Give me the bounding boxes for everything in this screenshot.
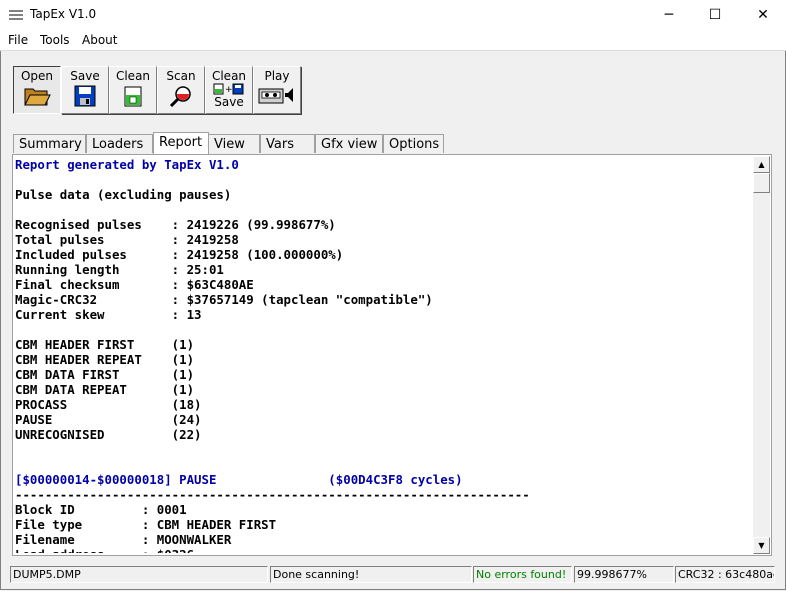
report-line: Filename : MOONWALKER [15,532,232,547]
clean-button-label: Clean [115,69,151,83]
folder-icon [24,88,51,106]
menu-about[interactable]: About [82,33,117,47]
scan-button[interactable]: Scan [157,66,205,114]
report-line: UNRECOGNISED (22) [15,427,202,442]
menu-bar: File Tools About [0,30,786,51]
report-line: CBM HEADER FIRST (1) [15,337,195,352]
scroll-thumb[interactable] [753,173,770,193]
report-line: Recognised pulses : 2419226 (99.998677%) [15,217,336,232]
tab-loaders[interactable]: Loaders [86,134,153,153]
vertical-scrollbar[interactable]: ▲ ▼ [753,156,770,554]
report-line: CBM HEADER REPEAT (1) [15,352,195,367]
open-button[interactable]: Open [13,66,61,114]
report-line [15,457,750,472]
scroll-down-icon[interactable]: ▼ [753,537,770,554]
report-line: ----------------------------------------… [15,487,530,502]
close-button[interactable]: ✕ [740,0,786,30]
minimize-button[interactable]: ─ [646,0,692,30]
status-filename: DUMP5.DMP [10,566,268,583]
menu-file[interactable]: File [8,33,28,47]
app-icon [9,10,23,20]
report-line: CBM DATA REPEAT (1) [15,382,195,397]
scroll-up-icon[interactable]: ▲ [753,156,770,173]
clean-save-label-bottom: Save [214,95,244,109]
report-line: CBM DATA FIRST (1) [15,367,195,382]
report-line: Load address : $0326 [15,547,750,553]
tab-view[interactable]: View [208,134,260,153]
report-line: Running length : 25:01 [15,262,224,277]
report-line: Included pulses : 2419258 (100.000000%) [15,247,344,262]
report-line: File type : CBM HEADER FIRST [15,517,277,532]
play-button[interactable]: Play [253,66,301,114]
clean-plus-save-icon: + [213,83,244,95]
report-line [15,442,750,457]
report-line: Current skew : 13 [15,307,202,322]
report-line: Block ID : 0001 [15,502,187,517]
title-bar: TapEx V1.0 ─ ☐ ✕ [0,0,786,30]
report-line: Report generated by TapEx V1.0 [15,157,239,172]
scan-button-label: Scan [166,69,196,83]
clean-save-label-top: Clean [211,69,247,83]
tab-summary[interactable]: Summary [13,134,86,153]
report-line: PAUSE (24) [15,412,202,427]
report-line [15,172,750,187]
report-line: Magic-CRC32 : $37657149 (tapclean "compa… [15,292,433,307]
tab-options[interactable]: Options [383,134,444,153]
clean-save-button[interactable]: Clean + Save [205,66,253,114]
report-line: Total pulses : 2419258 [15,232,239,247]
status-percent: 99.998677% [574,566,674,583]
menu-tools[interactable]: Tools [40,33,70,47]
maximize-button[interactable]: ☐ [692,0,738,30]
clean-button[interactable]: Clean [109,66,157,114]
status-errors: No errors found! [473,566,572,583]
window-title: TapEx V1.0 [30,7,97,21]
cleaning-jar-icon [124,86,142,107]
report-line [15,202,750,217]
report-line: Pulse data (excluding pauses) [15,187,232,202]
report-line [15,322,750,337]
tab-report[interactable]: Report [153,132,209,154]
report-content: Report generated by TapEx V1.0 Pulse data… [15,157,750,553]
status-crc: CRC32 : 63c480ae [675,566,775,583]
tab-vars[interactable]: Vars [260,134,315,153]
tape-speaker-icon [258,88,293,104]
status-message: Done scanning! [270,566,472,583]
report-textarea[interactable]: Report generated by TapEx V1.0 Pulse data… [12,154,772,556]
svg-text:+: + [225,85,233,95]
report-line: PROCASS (18) [15,397,202,412]
magnifier-icon [169,86,191,107]
tab-gfx-view[interactable]: Gfx view [315,134,383,153]
play-button-label: Play [264,69,290,83]
save-button[interactable]: Save [61,66,109,114]
report-line: [$00000014-$00000018] PAUSE ($00D4C3F8 c… [15,472,463,487]
save-button-label: Save [70,69,100,83]
floppy-disk-icon [74,85,96,107]
status-bar: DUMP5.DMP Done scanning! No errors found… [0,564,786,586]
report-line: Final checksum : $63C480AE [15,277,254,292]
open-button-label: Open [20,69,54,83]
